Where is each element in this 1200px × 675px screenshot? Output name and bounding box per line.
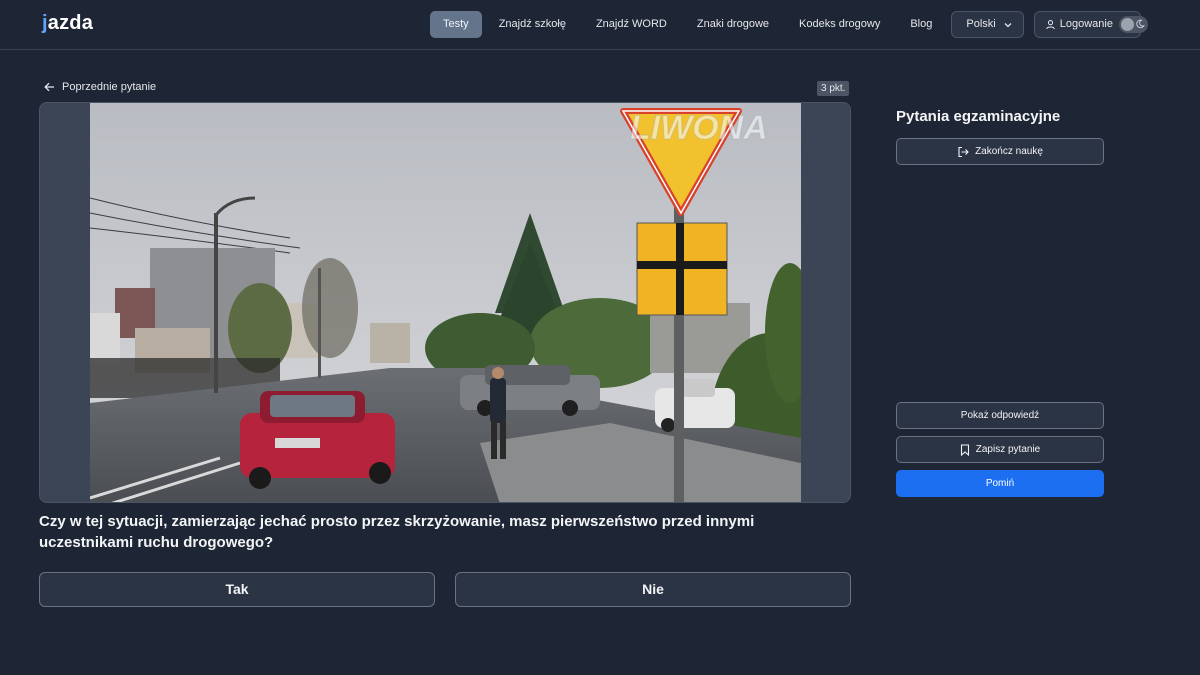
logo-text: azda <box>47 12 94 34</box>
main-nav: Testy Znajdź szkołę Znajdź WORD Znaki dr… <box>430 11 1141 38</box>
arrow-left-icon <box>44 82 54 92</box>
sidebar-title: Pytania egzaminacyjne <box>896 108 1061 125</box>
logo[interactable]: jazda <box>42 12 93 35</box>
save-question-button[interactable]: Zapisz pytanie <box>896 436 1104 463</box>
skip-label: Pomiń <box>985 478 1015 489</box>
moon-icon <box>1136 19 1145 29</box>
logout-icon <box>958 146 969 157</box>
previous-question-link[interactable]: Poprzednie pytanie <box>44 81 156 93</box>
nav-item-blog[interactable]: Blog <box>897 11 945 38</box>
skip-button[interactable]: Pomiń <box>896 470 1104 497</box>
user-icon <box>1045 20 1055 30</box>
login-label: Logowanie <box>1059 18 1113 30</box>
question-photo: LIWONA <box>90 103 801 502</box>
end-learning-label: Zakończ naukę <box>975 146 1043 157</box>
save-question-label: Zapisz pytanie <box>975 444 1041 455</box>
photo-watermark: LIWONA <box>630 109 768 147</box>
question-image-frame: LIWONA <box>39 102 851 503</box>
points-badge: 3 pkt. <box>817 81 850 96</box>
question-text: Czy w tej sytuacji, zamierzając jechać p… <box>39 513 755 551</box>
theme-toggle[interactable] <box>1119 16 1148 33</box>
nav-item-word[interactable]: Znajdź WORD <box>583 11 680 38</box>
nav-item-schools[interactable]: Znajdź szkołę <box>486 11 579 38</box>
chevron-down-icon <box>1004 22 1012 27</box>
top-navbar: jazda Testy Znajdź szkołę Znajdź WORD Zn… <box>0 0 1200 50</box>
show-answer-label: Pokaż odpowiedź <box>960 410 1040 421</box>
end-learning-button[interactable]: Zakończ naukę <box>896 138 1104 165</box>
toggle-knob <box>1121 18 1134 31</box>
language-select[interactable]: Polski <box>951 11 1024 38</box>
nav-item-testy[interactable]: Testy <box>430 11 482 38</box>
answer-yes-button[interactable]: Tak <box>39 572 435 607</box>
answer-no-button[interactable]: Nie <box>455 572 851 607</box>
bookmark-icon <box>960 443 969 456</box>
previous-question-label: Poprzednie pytanie <box>62 81 157 93</box>
language-label: Polski <box>966 18 996 30</box>
nav-item-road-signs[interactable]: Znaki drogowe <box>684 11 782 38</box>
nav-item-road-code[interactable]: Kodeks drogowy <box>786 11 893 38</box>
show-answer-button[interactable]: Pokaż odpowiedź <box>896 402 1104 429</box>
